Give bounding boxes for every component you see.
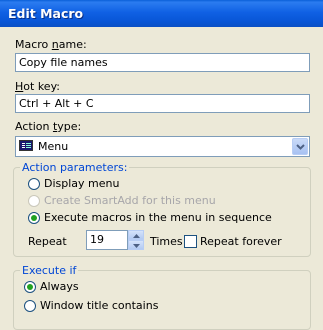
action-type-value: Menu <box>38 140 69 153</box>
title-bar[interactable]: Edit Macro <box>0 0 323 27</box>
repeat-forever-checkbox[interactable] <box>184 235 197 248</box>
create-smartadd-radio <box>28 195 40 207</box>
repeat-spinner[interactable] <box>128 230 144 250</box>
repeat-count-input[interactable]: 19 <box>86 230 128 250</box>
spin-down-button[interactable] <box>128 240 144 250</box>
hot-key-label: Hot key: <box>15 80 60 93</box>
window-title-radio[interactable] <box>24 300 36 312</box>
macro-name-input[interactable]: Copy file names <box>15 53 310 72</box>
macro-name-label: Macro name: <box>15 38 87 51</box>
execute-if-legend: Execute if <box>20 264 79 277</box>
action-type-select[interactable]: Menu <box>15 136 310 157</box>
spin-up-button[interactable] <box>128 230 144 240</box>
repeat-forever-label: Repeat forever <box>200 235 282 248</box>
chevron-down-icon <box>133 244 140 248</box>
action-parameters-legend: Action parameters: <box>20 161 130 174</box>
dropdown-button[interactable] <box>292 138 308 155</box>
window-title-label: Window title contains <box>40 299 159 312</box>
chevron-down-icon <box>296 144 305 150</box>
chevron-up-icon <box>133 234 140 238</box>
always-radio[interactable] <box>24 281 36 293</box>
display-menu-label: Display menu <box>44 177 120 190</box>
menu-icon <box>19 140 33 151</box>
window-title: Edit Macro <box>8 6 84 21</box>
repeat-label: Repeat <box>28 235 67 248</box>
execute-macros-label: Execute macros in the menu in sequence <box>44 211 272 224</box>
hot-key-input[interactable]: Ctrl + Alt + C <box>15 94 310 113</box>
always-label: Always <box>40 280 79 293</box>
times-label: Times <box>150 235 183 248</box>
display-menu-radio[interactable] <box>28 178 40 190</box>
create-smartadd-label: Create SmartAdd for this menu <box>44 194 216 207</box>
action-type-label: Action type: <box>15 120 82 133</box>
execute-macros-radio[interactable] <box>28 212 40 224</box>
